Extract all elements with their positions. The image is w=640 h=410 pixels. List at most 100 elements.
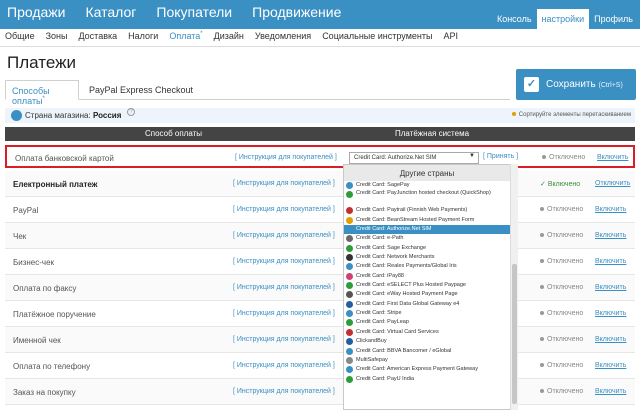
- table-row: Оплата по телефону [ Инструкция для покуп…: [5, 353, 635, 379]
- option-label: ClickandBuy: [356, 338, 387, 345]
- method-name: Оплата банковской картой: [15, 154, 114, 163]
- toggle-button[interactable]: Включить: [595, 284, 626, 291]
- customer-instructions-link[interactable]: [ Инструкция для покупателей ]: [233, 284, 335, 291]
- gateway-logo-icon: [346, 191, 353, 199]
- customer-instructions-link[interactable]: [ Инструкция для покупателей ]: [233, 336, 335, 343]
- dropdown-option[interactable]: ClickandBuy: [344, 337, 510, 346]
- dropdown-option[interactable]: Credit Card: iPay88: [344, 272, 510, 281]
- dropdown-option[interactable]: Credit Card: Paytrail (Finnish Web Payme…: [344, 206, 510, 215]
- customer-instructions-link[interactable]: [ Инструкция для покупателей ]: [233, 232, 335, 239]
- customer-instructions-link[interactable]: [ Инструкция для покупателей ]: [233, 180, 335, 187]
- dropdown-option[interactable]: Credit Card: Sage Exchange: [344, 244, 510, 253]
- dropdown-scrollbar[interactable]: [510, 164, 518, 410]
- status-dot-icon: [540, 285, 544, 290]
- gateway-logo-icon: [346, 207, 353, 215]
- toggle-button[interactable]: Включить: [595, 206, 626, 213]
- toggle-button[interactable]: Включить: [595, 232, 626, 239]
- nav-profile[interactable]: Профиль: [589, 9, 638, 29]
- settings-subnav: Общие Зоны Доставка Налоги Оплата* Дизай…: [0, 29, 640, 47]
- toggle-button[interactable]: Включить: [597, 154, 628, 161]
- subnav-payment-marker: *: [200, 31, 203, 37]
- dropdown-option[interactable]: Credit Card: Stripe: [344, 309, 510, 318]
- nav-settings[interactable]: настройки: [536, 9, 590, 29]
- customer-instructions-link[interactable]: [ Инструкция для покупателей ]: [235, 154, 337, 161]
- customer-instructions-link[interactable]: [ Инструкция для покупателей ]: [233, 206, 335, 213]
- nav-promotion[interactable]: Продвижение: [252, 4, 341, 20]
- subnav-zones[interactable]: Зоны: [46, 31, 68, 41]
- option-label: Credit Card: Authorize.Net SIM: [356, 226, 432, 233]
- status-badge: Отключено: [540, 388, 583, 395]
- help-icon[interactable]: ?: [127, 108, 135, 116]
- customer-instructions-link[interactable]: [ Инструкция для покупателей ]: [233, 258, 335, 265]
- dropdown-option[interactable]: MultiSafepay: [344, 356, 510, 365]
- nav-catalog[interactable]: Каталог: [85, 4, 136, 20]
- dropdown-option[interactable]: Credit Card: BeanStream Hosted Payment F…: [344, 216, 510, 225]
- apply-button[interactable]: [ Принять ]: [483, 153, 518, 160]
- dropdown-option[interactable]: Credit Card: BBVA Bancomer / eGlobal: [344, 347, 510, 356]
- table-header: Способ оплаты Платёжная система: [5, 127, 635, 141]
- method-name: Чек: [13, 232, 27, 241]
- dropdown-option[interactable]: Credit Card: Realex Payments/Global Iris: [344, 262, 510, 271]
- sort-hint-text: Сортируйте элементы перетаскиванием: [518, 112, 631, 118]
- scrollbar-thumb[interactable]: [512, 264, 517, 404]
- dropdown-option[interactable]: Credit Card: PayJunction hosted checkout…: [344, 190, 510, 206]
- nav-console[interactable]: Консоль: [492, 9, 537, 29]
- tab-paypal-express[interactable]: PayPal Express Checkout: [83, 80, 199, 100]
- save-shortcut: (Ctrl+S): [598, 82, 623, 89]
- dropdown-option[interactable]: Credit Card: e-Path: [344, 234, 510, 243]
- tab-bar: Способы оплаты* PayPal Express Checkout: [5, 80, 510, 106]
- table-row: Оплата по факсу [ Инструкция для покупате…: [5, 275, 635, 301]
- option-label: Credit Card: First Data Global Gateway e…: [356, 300, 460, 307]
- dropdown-option[interactable]: Credit Card: eSELECT Plus Hosted Paypage: [344, 281, 510, 290]
- subnav-design[interactable]: Дизайн: [214, 31, 244, 41]
- nav-customers[interactable]: Покупатели: [156, 4, 232, 20]
- dropdown-option[interactable]: Credit Card: PayLeap: [344, 318, 510, 327]
- status-text: Отключено: [547, 336, 584, 343]
- toggle-button[interactable]: Включить: [595, 310, 626, 317]
- subnav-general[interactable]: Общие: [5, 31, 35, 41]
- option-label: Credit Card: Network Merchants: [356, 254, 435, 261]
- status-badge: Отключено: [540, 362, 583, 369]
- gateway-logo-icon: [346, 216, 353, 224]
- customer-instructions-link[interactable]: [ Инструкция для покупателей ]: [233, 310, 335, 317]
- check-icon: ✓: [540, 181, 548, 188]
- toggle-button[interactable]: Включить: [595, 336, 626, 343]
- dropdown-option[interactable]: Credit Card: Virtual Card Services: [344, 328, 510, 337]
- dropdown-option[interactable]: Credit Card: Network Merchants: [344, 253, 510, 262]
- customer-instructions-link[interactable]: [ Инструкция для покупателей ]: [233, 362, 335, 369]
- status-text: Отключено: [547, 388, 584, 395]
- subnav-notifications[interactable]: Уведомления: [255, 31, 311, 41]
- customer-instructions-link[interactable]: [ Инструкция для покупателей ]: [233, 388, 335, 395]
- dropdown-option[interactable]: Credit Card: Authorize.Net SIM: [344, 225, 510, 235]
- dropdown-option[interactable]: Credit Card: American Express Payment Ga…: [344, 365, 510, 374]
- gateway-select[interactable]: Credit Card: Authorize.Net SIM ▼: [349, 152, 479, 164]
- tab-marker: *: [42, 96, 45, 102]
- option-label: Credit Card: Paytrail (Finnish Web Payme…: [356, 207, 468, 214]
- gateway-dropdown-list[interactable]: Другие страны Credit Card: SagePay Credit…: [343, 164, 511, 410]
- tab-payment-methods[interactable]: Способы оплаты*: [5, 80, 79, 106]
- dropdown-option[interactable]: Credit Card: SagePay: [344, 181, 510, 190]
- toggle-button[interactable]: Включить: [595, 362, 626, 369]
- dropdown-group-header: Другие страны: [344, 165, 510, 181]
- subnav-api[interactable]: API: [443, 31, 458, 41]
- method-name: Платёжное поручение: [13, 310, 96, 319]
- option-label: Credit Card: PayLeap: [356, 319, 409, 326]
- dropdown-option[interactable]: Credit Card: First Data Global Gateway e…: [344, 300, 510, 309]
- subnav-social[interactable]: Социальные инструменты: [322, 31, 432, 41]
- option-label: Credit Card: BeanStream Hosted Payment F…: [356, 216, 475, 223]
- toggle-button[interactable]: Отключить: [595, 180, 630, 187]
- bulb-icon: [511, 112, 516, 116]
- subnav-taxes[interactable]: Налоги: [128, 31, 158, 41]
- dropdown-option[interactable]: Credit Card: PayU India: [344, 375, 510, 384]
- col-gateway: Платёжная система: [395, 129, 470, 138]
- subnav-payment[interactable]: Оплата*: [169, 31, 202, 41]
- toggle-button[interactable]: Включить: [595, 388, 626, 395]
- nav-sales[interactable]: Продажи: [7, 4, 65, 20]
- gateway-logo-icon: [346, 356, 353, 364]
- save-button[interactable]: ✓ Сохранить (Ctrl+S): [516, 69, 636, 100]
- toggle-button[interactable]: Включить: [595, 258, 626, 265]
- status-dot-icon: [540, 233, 544, 238]
- dropdown-option[interactable]: Credit Card: eWay Hosted Payment Page: [344, 290, 510, 299]
- subnav-shipping[interactable]: Доставка: [78, 31, 117, 41]
- method-name: Оплата по факсу: [13, 284, 77, 293]
